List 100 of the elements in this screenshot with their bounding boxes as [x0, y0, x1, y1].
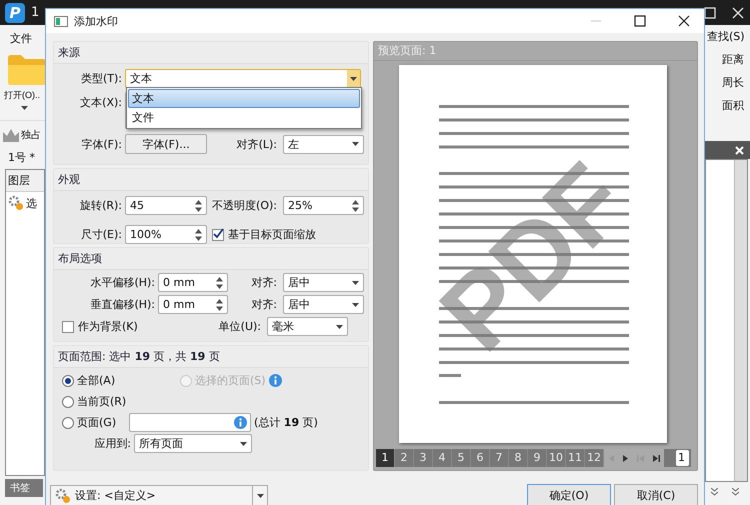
ok-button[interactable]: 确定(O)	[527, 484, 611, 505]
caret-icon	[350, 76, 357, 80]
spin-arrows-icon	[216, 298, 223, 310]
field-label: 垂直偏移(H):	[89, 297, 156, 312]
tool-item[interactable]: 面积	[705, 94, 750, 117]
radio-button[interactable]	[62, 396, 74, 408]
caret-icon	[352, 280, 359, 284]
bookmark-tab[interactable]: 书签	[5, 479, 43, 497]
tool-item[interactable]: 距离	[705, 48, 750, 71]
tool-item[interactable]: 查找(S)	[705, 25, 750, 48]
cancel-button[interactable]: 取消(C)	[614, 484, 698, 505]
app-title: 1	[31, 5, 40, 20]
scrollbar[interactable]	[734, 160, 747, 481]
section-title: 来源	[54, 42, 368, 64]
maximize-icon	[634, 15, 646, 27]
section-title: 外观	[54, 169, 368, 191]
spin-box[interactable]: 25%	[283, 196, 364, 215]
page-input[interactable]: 1	[676, 450, 689, 466]
spin-box[interactable]: 100%	[125, 225, 207, 244]
info-icon	[268, 374, 282, 387]
spin-arrows-icon	[352, 200, 359, 212]
spin-box[interactable]: 45	[125, 196, 207, 215]
field-label: 字体(F):	[80, 136, 123, 152]
close-icon	[735, 146, 744, 154]
dropdown-option[interactable]: 文本	[128, 89, 360, 108]
last-page-icon	[652, 454, 660, 462]
page-number[interactable]: 11	[566, 449, 585, 467]
preview-title: 预览页面: 1	[374, 42, 697, 61]
radio-label: 当前页(R)	[77, 394, 126, 409]
checkbox[interactable]	[212, 228, 224, 240]
checkmark-icon	[213, 228, 224, 238]
page-number[interactable]: 4	[433, 449, 452, 467]
caret-icon	[352, 142, 359, 146]
chevron-icon	[711, 488, 718, 496]
menu-item[interactable]: 文件	[0, 25, 45, 49]
field-label: 类型(T):	[80, 71, 123, 86]
panel-item[interactable]: 选	[26, 196, 37, 210]
spin-arrows-icon	[195, 228, 202, 240]
field-label: 尺寸(E):	[80, 227, 123, 242]
page-number[interactable]: 1	[376, 449, 395, 467]
spin-arrows-icon	[216, 276, 223, 288]
page-number[interactable]: 9	[528, 449, 547, 467]
field-label: 对齐:	[250, 275, 278, 290]
page-number[interactable]: 3	[414, 449, 433, 467]
section-title: 页面范围: 选中 19 页，共 19 页	[54, 346, 368, 368]
field-label: 旋转(R):	[79, 198, 123, 213]
checkbox[interactable]	[62, 320, 74, 332]
radio-label: 页面(G)	[77, 415, 116, 430]
spin-box[interactable]: 0 mm	[158, 295, 228, 314]
settings-dropdown[interactable]: 设置: <自定义>	[50, 485, 268, 505]
dropdown[interactable]: 所有页面	[134, 434, 252, 453]
spin-arrows-icon	[195, 200, 202, 212]
page-number[interactable]: 6	[471, 449, 490, 467]
pages-field[interactable]	[129, 413, 251, 432]
field-label: 对齐(L):	[236, 136, 278, 152]
radio-label: 全部(A)	[77, 373, 116, 388]
field-label: 对齐:	[250, 297, 278, 312]
folder-icon	[8, 55, 46, 85]
chevron-icon	[732, 488, 739, 496]
window-icon	[54, 16, 68, 26]
checkbox-label: 作为背景(K)	[78, 319, 139, 334]
document-tab[interactable]: 1号 *	[0, 145, 45, 167]
caret-icon	[21, 106, 28, 110]
page-number[interactable]: 10	[547, 449, 566, 467]
caret-icon	[256, 494, 264, 498]
page-total: (总计 19 页)	[254, 415, 318, 430]
dropdown[interactable]: 居中	[283, 295, 364, 314]
close-icon	[678, 15, 690, 27]
page-number[interactable]: 8	[509, 449, 528, 467]
maximize-icon	[704, 6, 716, 18]
spin-box[interactable]: 0 mm	[158, 273, 228, 292]
caret-icon	[240, 442, 247, 446]
crown-icon	[3, 128, 19, 142]
field-label: 文本(X):	[79, 95, 123, 110]
open-button[interactable]: 打开(O)..	[4, 89, 40, 102]
dropdown[interactable]: 居中	[283, 273, 364, 292]
dropdown[interactable]: 毫米	[267, 317, 348, 336]
dropdown[interactable]: 左	[283, 134, 364, 154]
radio-button[interactable]	[62, 416, 74, 428]
dropdown-option[interactable]: 文件	[128, 108, 360, 127]
page-number[interactable]: 5	[452, 449, 471, 467]
panel-title: 图层	[6, 170, 44, 192]
tool-item[interactable]: 周长	[705, 71, 750, 94]
caret-icon	[352, 302, 359, 306]
gear-icon	[55, 488, 71, 504]
font-button[interactable]: 字体(F)...	[125, 134, 207, 154]
section-title: 布局选项	[54, 248, 368, 270]
radio-label: 选择的页面(S)	[195, 373, 266, 388]
page-number[interactable]: 7	[490, 449, 509, 467]
field-label: 单位(U):	[218, 319, 262, 334]
checkbox-label: 基于目标页面缩放	[228, 227, 316, 242]
dialog-title: 添加水印	[74, 14, 118, 28]
next-icon	[622, 454, 628, 462]
field-label: 水平偏移(H):	[89, 275, 156, 290]
field-label: 应用到:	[93, 436, 132, 451]
radio-button[interactable]	[62, 374, 74, 386]
toolbar-item[interactable]: 独占	[21, 128, 41, 142]
field-label: 不透明度(O):	[211, 198, 278, 213]
close-icon	[732, 6, 744, 18]
page-number[interactable]: 2	[395, 449, 414, 467]
